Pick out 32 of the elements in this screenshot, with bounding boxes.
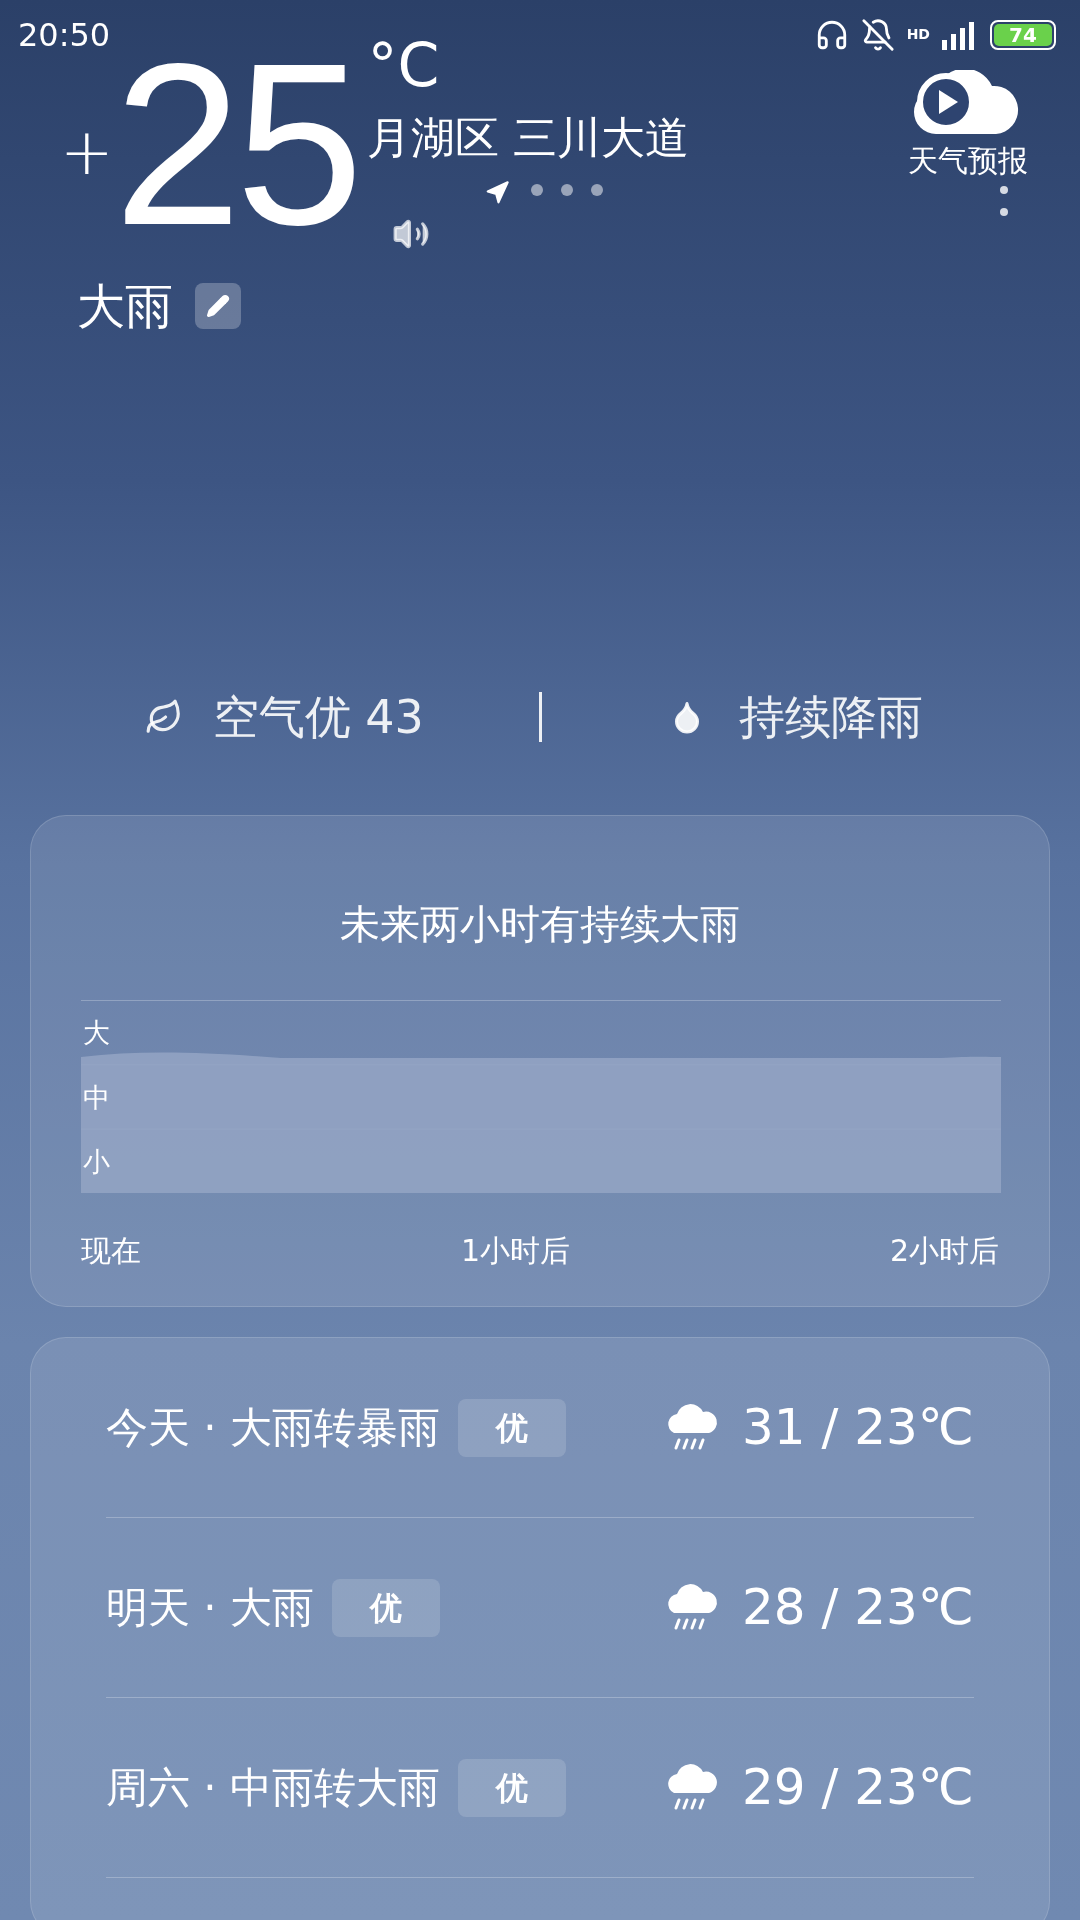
weather-condition: 大雨 (77, 277, 173, 336)
axis-label: 现在 (81, 1232, 141, 1270)
temperature: 25 (113, 30, 358, 260)
precipitation-summary[interactable]: 持续降雨 (738, 682, 923, 752)
leaf-icon (144, 698, 183, 736)
forecast-day: 周六 · 中雨转大雨 (106, 1756, 441, 1819)
axis-label: 2小时后 (889, 1232, 999, 1270)
aqi-badge: 优 (458, 1758, 567, 1817)
temperature-range: 29 / 23℃ (741, 1757, 974, 1818)
video-label[interactable]: 天气预报 (908, 138, 1028, 183)
temperature-unit: °C (367, 35, 441, 95)
location-name: 月湖区 三川大道 (367, 111, 690, 165)
axis-label: 小 (83, 1145, 110, 1177)
forecast-day: 明天 · 大雨 (106, 1576, 315, 1639)
more-icon[interactable] (999, 185, 1009, 219)
temperature-range: 31 / 23℃ (741, 1397, 974, 1458)
aqi-badge: 优 (458, 1398, 567, 1457)
aqi-badge: 优 (332, 1578, 441, 1637)
forecast-day: 今天 · 大雨转暴雨 (106, 1396, 441, 1459)
card-title: 未来两小时有持续大雨 (339, 900, 741, 949)
axis-label: 中 (83, 1081, 110, 1113)
status-time: 20:50 (18, 15, 111, 56)
bell-off-icon (860, 18, 895, 52)
axis-label: 大 (83, 1017, 110, 1049)
pencil-icon (206, 294, 230, 318)
edit-button[interactable] (195, 283, 241, 329)
temperature-range: 28 / 23℃ (741, 1577, 974, 1638)
axis-label: 1小时后 (460, 1232, 570, 1270)
air-quality[interactable]: 空气优 43 (212, 682, 424, 752)
battery-level: 74 (1008, 22, 1038, 48)
network-label: HD (906, 25, 930, 44)
temperature-sign: + (60, 120, 114, 184)
